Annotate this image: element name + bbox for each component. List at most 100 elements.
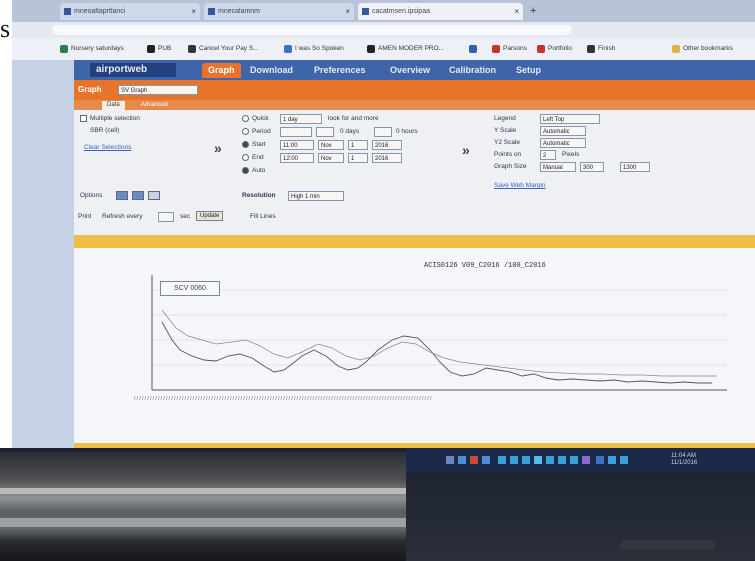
yscale-select[interactable]: Automatic: [540, 126, 586, 136]
browser-tab[interactable]: mnecalamnm ×: [204, 3, 354, 20]
points-field[interactable]: 2: [540, 150, 556, 160]
subtab-advanced[interactable]: Advanced: [136, 101, 173, 110]
update-button[interactable]: Update: [196, 211, 224, 221]
end-day-select[interactable]: 1: [348, 153, 368, 163]
taskbar-date: 11/1/2016: [671, 460, 698, 466]
url-field[interactable]: [52, 25, 572, 35]
end-year-select[interactable]: 2016: [372, 153, 402, 163]
start-year-select[interactable]: 2016: [372, 140, 402, 150]
taskbar-app-icon[interactable]: [582, 456, 590, 464]
left-panel: [12, 60, 74, 448]
nav-tab-overview[interactable]: Overview: [390, 63, 430, 78]
taskbar-app-icon[interactable]: [498, 456, 506, 464]
graph-title: ACIS0126 V09_C2016 /100_C2016: [424, 262, 546, 270]
app-page: airportweb Graph Download Preferences Ov…: [74, 60, 755, 448]
bookmark[interactable]: Parsons: [492, 43, 527, 55]
taskbar-clock[interactable]: 11:04 AM 11/1/2016: [671, 453, 697, 467]
graph-width-field[interactable]: 300: [580, 162, 604, 172]
browser-tab-active[interactable]: cacatmsen.ipsipaa ×: [358, 3, 523, 20]
graph-gridlines: [152, 289, 727, 366]
csv-icon[interactable]: [116, 191, 128, 200]
graph-select[interactable]: SV Graph: [118, 85, 198, 95]
period-select[interactable]: [280, 127, 312, 137]
subtab-data[interactable]: Data: [102, 101, 125, 110]
close-icon[interactable]: ×: [514, 3, 519, 20]
controls-panel: Multiple selection SBR (cell) Clear Sele…: [74, 110, 755, 235]
browser-tab-bar: mneoaltaprtlanci × mnecalamnm × cacatmse…: [12, 0, 755, 22]
start-day-select[interactable]: 1: [348, 140, 368, 150]
taskbar-app-icon[interactable]: [470, 456, 478, 464]
bookmark-favicon-icon: [60, 45, 68, 53]
nav-tab-calibration[interactable]: Calibration: [449, 63, 496, 78]
period-hours: 0 hours: [396, 128, 418, 135]
resolution-select[interactable]: High 1 min: [288, 191, 344, 201]
bookmark[interactable]: PUB: [147, 43, 171, 55]
taskbar-app-icon[interactable]: [620, 456, 628, 464]
bookmark[interactable]: I was So Spoken: [284, 43, 344, 55]
foreground-object: [0, 452, 406, 561]
selection-item[interactable]: SBR (cell): [90, 127, 119, 134]
end-radio[interactable]: [242, 154, 249, 161]
taskbar-app-icon[interactable]: [522, 456, 530, 464]
auto-radio[interactable]: [242, 167, 249, 174]
options-label: Options: [80, 192, 103, 199]
graph-series-line: [161, 309, 717, 377]
period-days-field[interactable]: [316, 127, 334, 137]
nav-tab-download[interactable]: Download: [250, 63, 293, 78]
refresh-label: Refresh every: [102, 213, 143, 220]
legend-select[interactable]: Left Top: [540, 114, 600, 124]
quick-radio[interactable]: [242, 115, 249, 122]
image-icon[interactable]: [132, 191, 144, 200]
taskbar-app-icon[interactable]: [446, 456, 454, 464]
bookmark[interactable]: Portfolio: [537, 43, 572, 55]
bookmark-label: AMEN MODER PRO...: [378, 45, 445, 52]
browser-tab[interactable]: mneoaltaprtlanci ×: [60, 3, 200, 20]
bookmark[interactable]: Finish: [587, 43, 615, 55]
foreground-rail: [0, 518, 406, 527]
bookmark[interactable]: Nursery saturdays: [60, 43, 124, 55]
print-icon[interactable]: [148, 191, 160, 200]
nav-tab-setup[interactable]: Setup: [516, 63, 541, 78]
period-hours-field[interactable]: [374, 127, 392, 137]
taskbar-app-icon[interactable]: [482, 456, 490, 464]
taskbar-app-icon[interactable]: [608, 456, 616, 464]
close-icon[interactable]: ×: [345, 3, 350, 20]
taskbar-app-icon[interactable]: [546, 456, 554, 464]
end-time-select[interactable]: 12:00: [280, 153, 314, 163]
legend-label: Legend: [494, 115, 516, 122]
clear-selections-link[interactable]: Clear Selections: [84, 144, 131, 151]
bookmark[interactable]: AMEN MODER PRO...: [367, 43, 444, 55]
graph-height-field[interactable]: 1300: [620, 162, 650, 172]
x-axis-ticks: ////////////////////////////////////////…: [134, 396, 433, 402]
multiple-selection-checkbox[interactable]: [80, 115, 87, 122]
new-tab-icon[interactable]: +: [530, 5, 536, 17]
multiple-selection-label: Multiple selection: [90, 115, 140, 122]
subtab-bar: Data Advanced: [74, 100, 755, 110]
graph-size-select[interactable]: Manual: [540, 162, 576, 172]
start-radio[interactable]: [242, 141, 249, 148]
close-icon[interactable]: ×: [191, 3, 196, 20]
quick-select[interactable]: 1 day: [280, 114, 322, 124]
bookmark-favicon-icon: [147, 45, 155, 53]
nav-tab-preferences[interactable]: Preferences: [314, 63, 366, 78]
sec-label: sec: [180, 213, 191, 220]
taskbar-app-icon[interactable]: [458, 456, 466, 464]
start-time-select[interactable]: 11:00: [280, 140, 314, 150]
bookmark[interactable]: [469, 43, 480, 55]
taskbar-app-icon[interactable]: [596, 456, 604, 464]
end-month-select[interactable]: Nov: [318, 153, 344, 163]
taskbar-app-icon[interactable]: [510, 456, 518, 464]
taskbar-app-icon[interactable]: [558, 456, 566, 464]
save-link[interactable]: Save Web Margin: [494, 182, 546, 189]
nav-tab-graph[interactable]: Graph: [202, 63, 241, 78]
y2scale-select[interactable]: Automatic: [540, 138, 586, 148]
taskbar-app-icon[interactable]: [534, 456, 542, 464]
start-month-select[interactable]: Nov: [318, 140, 344, 150]
refresh-field[interactable]: [158, 212, 174, 222]
bookmark-label: Other bookmarks: [683, 45, 733, 52]
graph-size-label: Graph Size: [494, 163, 527, 170]
taskbar-app-icon[interactable]: [570, 456, 578, 464]
bookmark[interactable]: Other bookmarks: [672, 43, 733, 55]
bookmark[interactable]: Cancel Your Pay S...: [188, 43, 259, 55]
period-radio[interactable]: [242, 128, 249, 135]
